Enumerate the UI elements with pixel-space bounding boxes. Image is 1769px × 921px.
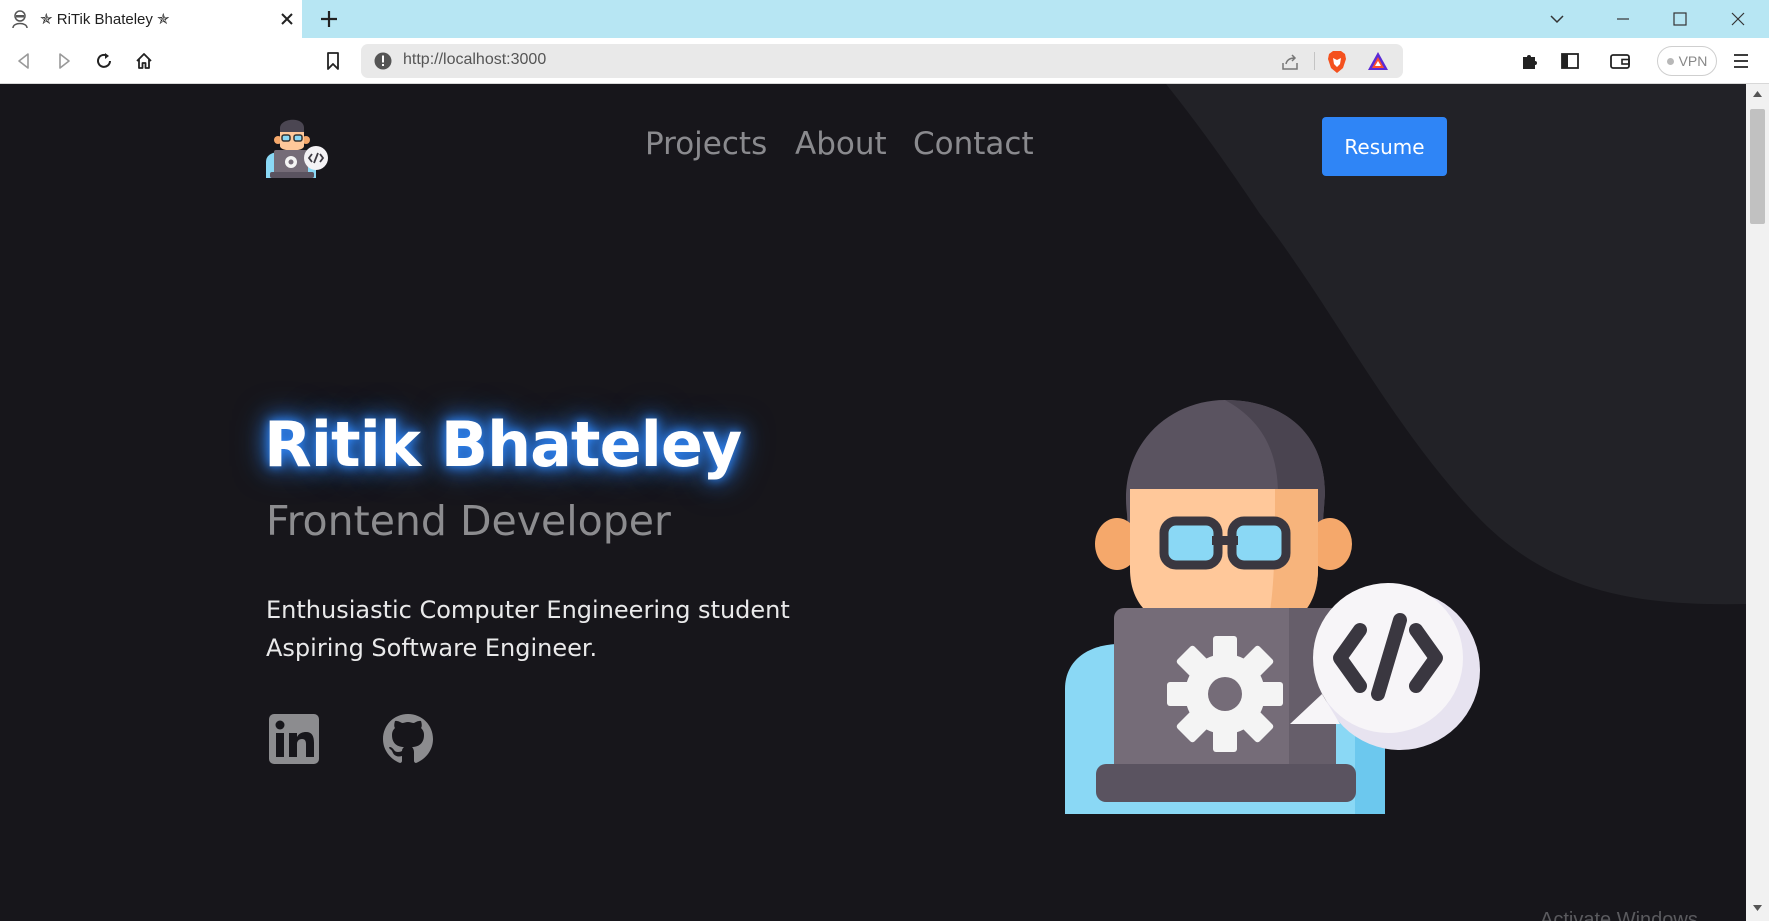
github-icon[interactable] bbox=[381, 712, 435, 766]
new-tab-plus-icon[interactable] bbox=[318, 8, 340, 30]
browser-toolbar: http://localhost:3000 VPN bbox=[0, 38, 1769, 84]
portfolio-page: Projects About Contact Resume Ritik Bhat… bbox=[0, 84, 1746, 921]
developer-avatar-logo[interactable] bbox=[264, 114, 332, 178]
address-bar[interactable]: http://localhost:3000 bbox=[361, 44, 1403, 78]
hero-description-line-1: Enthusiastic Computer Engineering studen… bbox=[266, 596, 790, 624]
linkedin-icon[interactable] bbox=[267, 712, 321, 766]
forward-icon[interactable] bbox=[52, 49, 76, 73]
nav-projects-link[interactable]: Projects bbox=[645, 126, 767, 162]
tab-title: ✯ RiTik Bhateley ✯ bbox=[40, 11, 170, 28]
maximize-window-icon[interactable] bbox=[1658, 0, 1702, 38]
nav-about-link[interactable]: About bbox=[795, 126, 887, 162]
wallet-icon[interactable] bbox=[1608, 49, 1632, 73]
hero-description-line-2: Aspiring Software Engineer. bbox=[266, 634, 598, 662]
close-tab-icon[interactable] bbox=[276, 8, 298, 30]
sidebar-toggle-icon[interactable] bbox=[1558, 49, 1582, 73]
minimize-window-icon[interactable] bbox=[1601, 0, 1645, 38]
scrollbar-thumb[interactable] bbox=[1750, 109, 1765, 224]
address-bar-divider bbox=[1314, 52, 1315, 70]
nav-contact-link[interactable]: Contact bbox=[913, 126, 1034, 162]
browser-tab-strip: ✯ RiTik Bhateley ✯ bbox=[0, 0, 1769, 38]
scroll-up-arrow-icon[interactable] bbox=[1752, 90, 1763, 98]
vpn-status-dot bbox=[1666, 57, 1674, 65]
scroll-down-arrow-icon[interactable] bbox=[1752, 904, 1763, 912]
reload-icon[interactable] bbox=[92, 49, 116, 73]
home-icon[interactable] bbox=[132, 49, 156, 73]
vpn-label: VPN bbox=[1678, 53, 1708, 69]
decorative-curved-background bbox=[1166, 84, 1746, 605]
developer-favicon-icon bbox=[12, 10, 28, 29]
resume-button[interactable]: Resume bbox=[1322, 117, 1447, 176]
extensions-puzzle-icon[interactable] bbox=[1518, 49, 1542, 73]
close-window-icon[interactable] bbox=[1716, 0, 1760, 38]
share-icon[interactable] bbox=[1279, 51, 1301, 73]
activate-windows-watermark: Activate Windows bbox=[1540, 909, 1698, 921]
hero-role-subtitle: Frontend Developer bbox=[266, 497, 671, 545]
back-icon[interactable] bbox=[12, 49, 36, 73]
hero-description: Enthusiastic Computer Engineering studen… bbox=[266, 591, 790, 667]
browser-tab-active[interactable]: ✯ RiTik Bhateley ✯ bbox=[0, 0, 302, 38]
url-text[interactable]: http://localhost:3000 bbox=[403, 51, 546, 69]
page-scrollbar[interactable] bbox=[1746, 84, 1769, 921]
bookmark-icon[interactable] bbox=[321, 49, 345, 73]
hero-name-heading: Ritik Bhateley bbox=[264, 408, 742, 481]
tab-search-chevron-icon[interactable] bbox=[1535, 0, 1579, 38]
site-info-icon[interactable] bbox=[373, 51, 393, 71]
main-menu-icon[interactable] bbox=[1729, 49, 1753, 73]
brave-rewards-icon[interactable] bbox=[1366, 50, 1390, 72]
developer-illustration bbox=[1065, 400, 1480, 814]
vpn-button[interactable]: VPN bbox=[1657, 46, 1717, 76]
brave-shields-icon[interactable] bbox=[1326, 50, 1348, 74]
